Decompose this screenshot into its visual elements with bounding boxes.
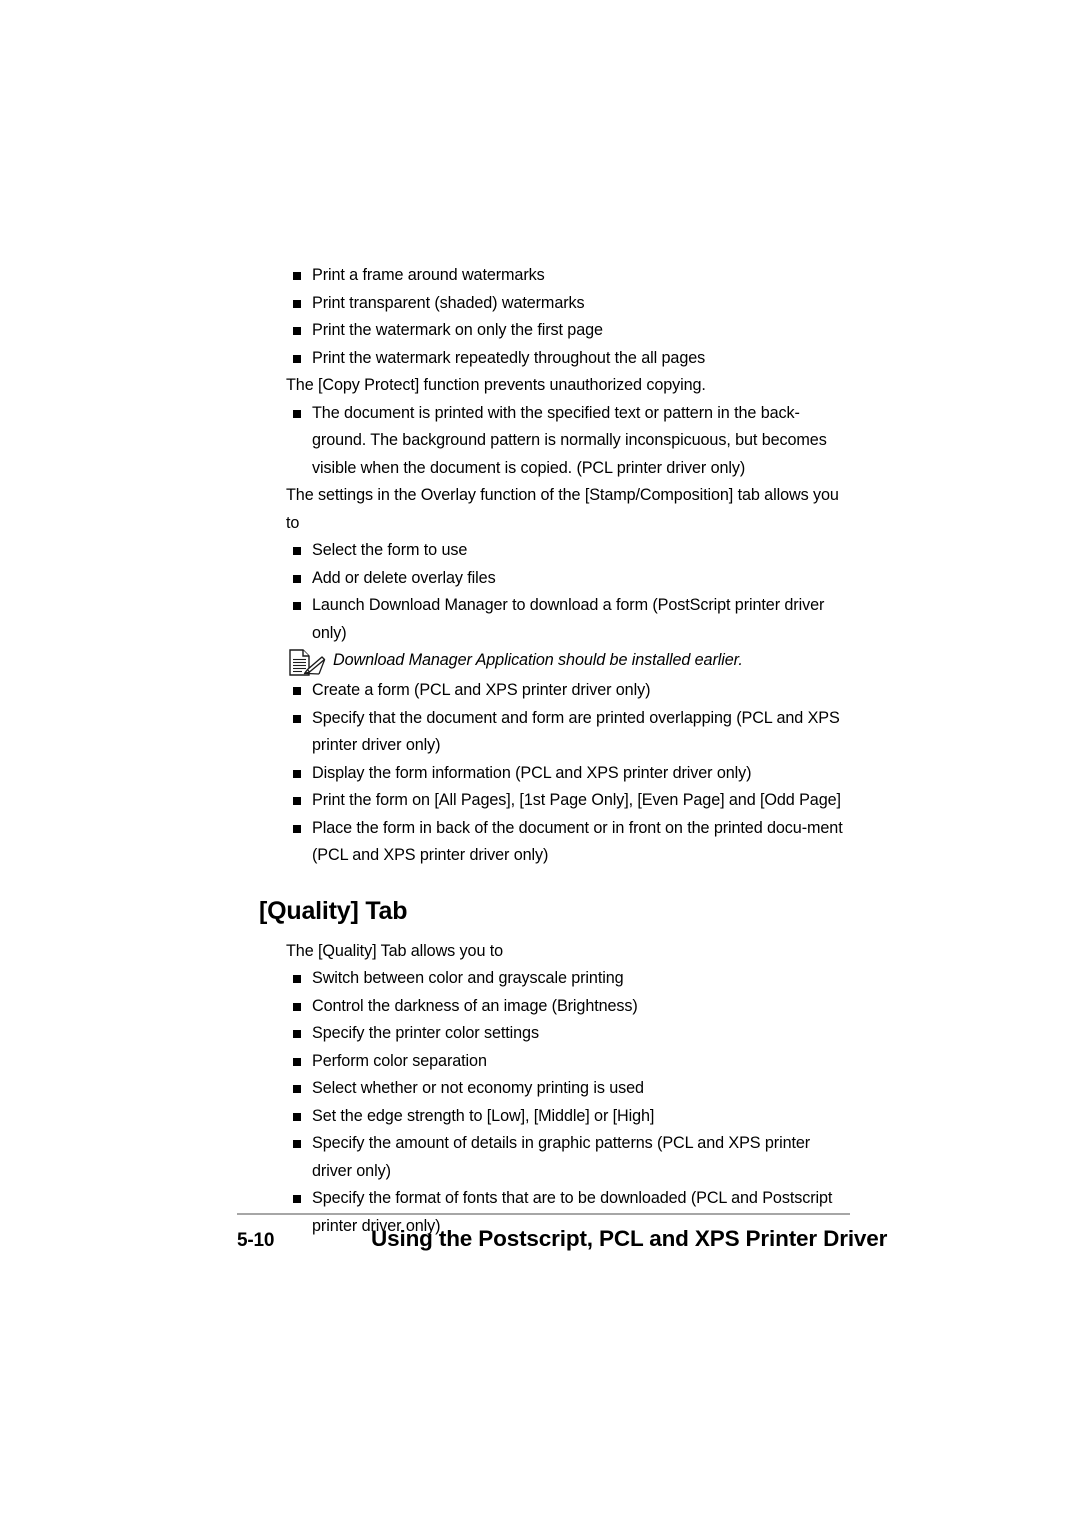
square-bullet-icon [293, 1140, 301, 1148]
note-text: Download Manager Application should be i… [333, 651, 743, 669]
list-item-label: Specify that the document and form are p… [312, 708, 840, 755]
body-paragraph: The [Quality] Tab allows you to [286, 941, 504, 960]
square-bullet-icon [293, 769, 301, 778]
list-item: Print the form on [All Pages], [1st Page… [293, 787, 852, 815]
note-memo-icon [287, 648, 329, 678]
page-content: Print a frame around watermarks Print tr… [237, 262, 852, 1240]
list-item-label: Specify the printer color settings [312, 1024, 539, 1042]
heading-spacer [237, 926, 852, 938]
list-item: Select the form to use [293, 537, 852, 565]
note-callout: Download Manager Application should be i… [287, 647, 893, 677]
list-item-label: Add or delete overlay files [312, 568, 496, 587]
list-item-label: Select the form to use [312, 541, 468, 559]
list-item: Display the form information (PCL and XP… [293, 760, 852, 788]
square-bullet-icon [293, 327, 301, 335]
body-paragraph: The settings in the Overlay function of … [286, 486, 839, 532]
square-bullet-icon [293, 1030, 301, 1038]
square-bullet-icon [293, 409, 301, 418]
footer-divider [237, 1213, 850, 1215]
list-item-label: Switch between color and grayscale print… [312, 969, 624, 987]
square-bullet-icon [293, 824, 301, 833]
list-item-label: Print the watermark on only the first pa… [312, 321, 603, 339]
list-item-label: Print the form on [All Pages], [1st Page… [312, 791, 841, 809]
square-bullet-icon [293, 1085, 301, 1093]
page-number: 5-10 [237, 1230, 275, 1251]
square-bullet-icon [293, 354, 301, 363]
square-bullet-icon [293, 1112, 301, 1121]
list-item-label: Launch Download Manager to download a fo… [312, 596, 825, 642]
list-item: Print the watermark on only the first pa… [293, 317, 852, 345]
square-bullet-icon [293, 574, 301, 583]
list-item-label: Print transparent (shaded) watermarks [312, 293, 585, 312]
footer-row: 5-10 Using the Postscript, PCL and XPS P… [237, 1226, 887, 1252]
list-item: Specify that the document and form are p… [293, 705, 852, 760]
square-bullet-icon [293, 602, 301, 610]
square-bullet-icon [293, 1002, 301, 1011]
body-paragraph: The [Copy Protect] function prevents una… [286, 376, 706, 394]
square-bullet-icon [293, 299, 301, 308]
list-item: The document is printed with the specifi… [293, 400, 852, 483]
list-item-label: Perform color separation [312, 1051, 487, 1070]
list-item: Print the watermark repeatedly throughou… [293, 345, 852, 373]
list-item: Set the edge strength to [Low], [Middle]… [293, 1103, 852, 1131]
list-item: Print a frame around watermarks [293, 262, 852, 290]
chapter-title: Using the Postscript, PCL and XPS Printe… [371, 1226, 888, 1251]
document-page: Print a frame around watermarks Print tr… [0, 0, 1080, 1527]
square-bullet-icon [293, 1195, 301, 1203]
list-item-label: The document is printed with the specifi… [312, 403, 827, 477]
list-item-label: Print a frame around watermarks [312, 266, 545, 284]
list-item: Create a form (PCL and XPS printer drive… [293, 677, 852, 705]
list-item: Switch between color and grayscale print… [293, 965, 852, 993]
list-item: Perform color separation [293, 1048, 852, 1076]
list-item-label: Control the darkness of an image (Bright… [312, 996, 638, 1015]
list-item: Print transparent (shaded) watermarks [293, 290, 852, 318]
list-item: Control the darkness of an image (Bright… [293, 993, 852, 1021]
list-item: Add or delete overlay files [293, 565, 852, 593]
square-bullet-icon [293, 687, 301, 695]
page-title: [Quality] Tab [259, 896, 408, 925]
list-item: Specify the printer color settings [293, 1020, 852, 1048]
square-bullet-icon [293, 975, 301, 983]
square-bullet-icon [293, 272, 301, 280]
page-footer: 5-10 Using the Postscript, PCL and XPS P… [237, 1213, 887, 1252]
list-item-label: Create a form (PCL and XPS printer drive… [312, 681, 651, 699]
square-bullet-icon [293, 1057, 301, 1066]
list-item: Select whether or not economy printing i… [293, 1075, 852, 1103]
list-item-label: Specify the amount of details in graphic… [312, 1134, 811, 1180]
square-bullet-icon [293, 797, 301, 805]
list-item: Place the form in back of the document o… [293, 815, 852, 870]
list-item-label: Place the form in back of the document o… [312, 818, 843, 865]
list-item-label: Set the edge strength to [Low], [Middle]… [312, 1106, 655, 1125]
list-item-label: Select whether or not economy printing i… [312, 1079, 644, 1097]
list-item: Specify the amount of details in graphic… [293, 1130, 852, 1185]
list-item-label: Display the form information (PCL and XP… [312, 763, 752, 782]
square-bullet-icon [293, 714, 301, 723]
list-item-label: Print the watermark repeatedly throughou… [312, 348, 706, 367]
list-item: Launch Download Manager to download a fo… [293, 592, 852, 647]
square-bullet-icon [293, 547, 301, 555]
